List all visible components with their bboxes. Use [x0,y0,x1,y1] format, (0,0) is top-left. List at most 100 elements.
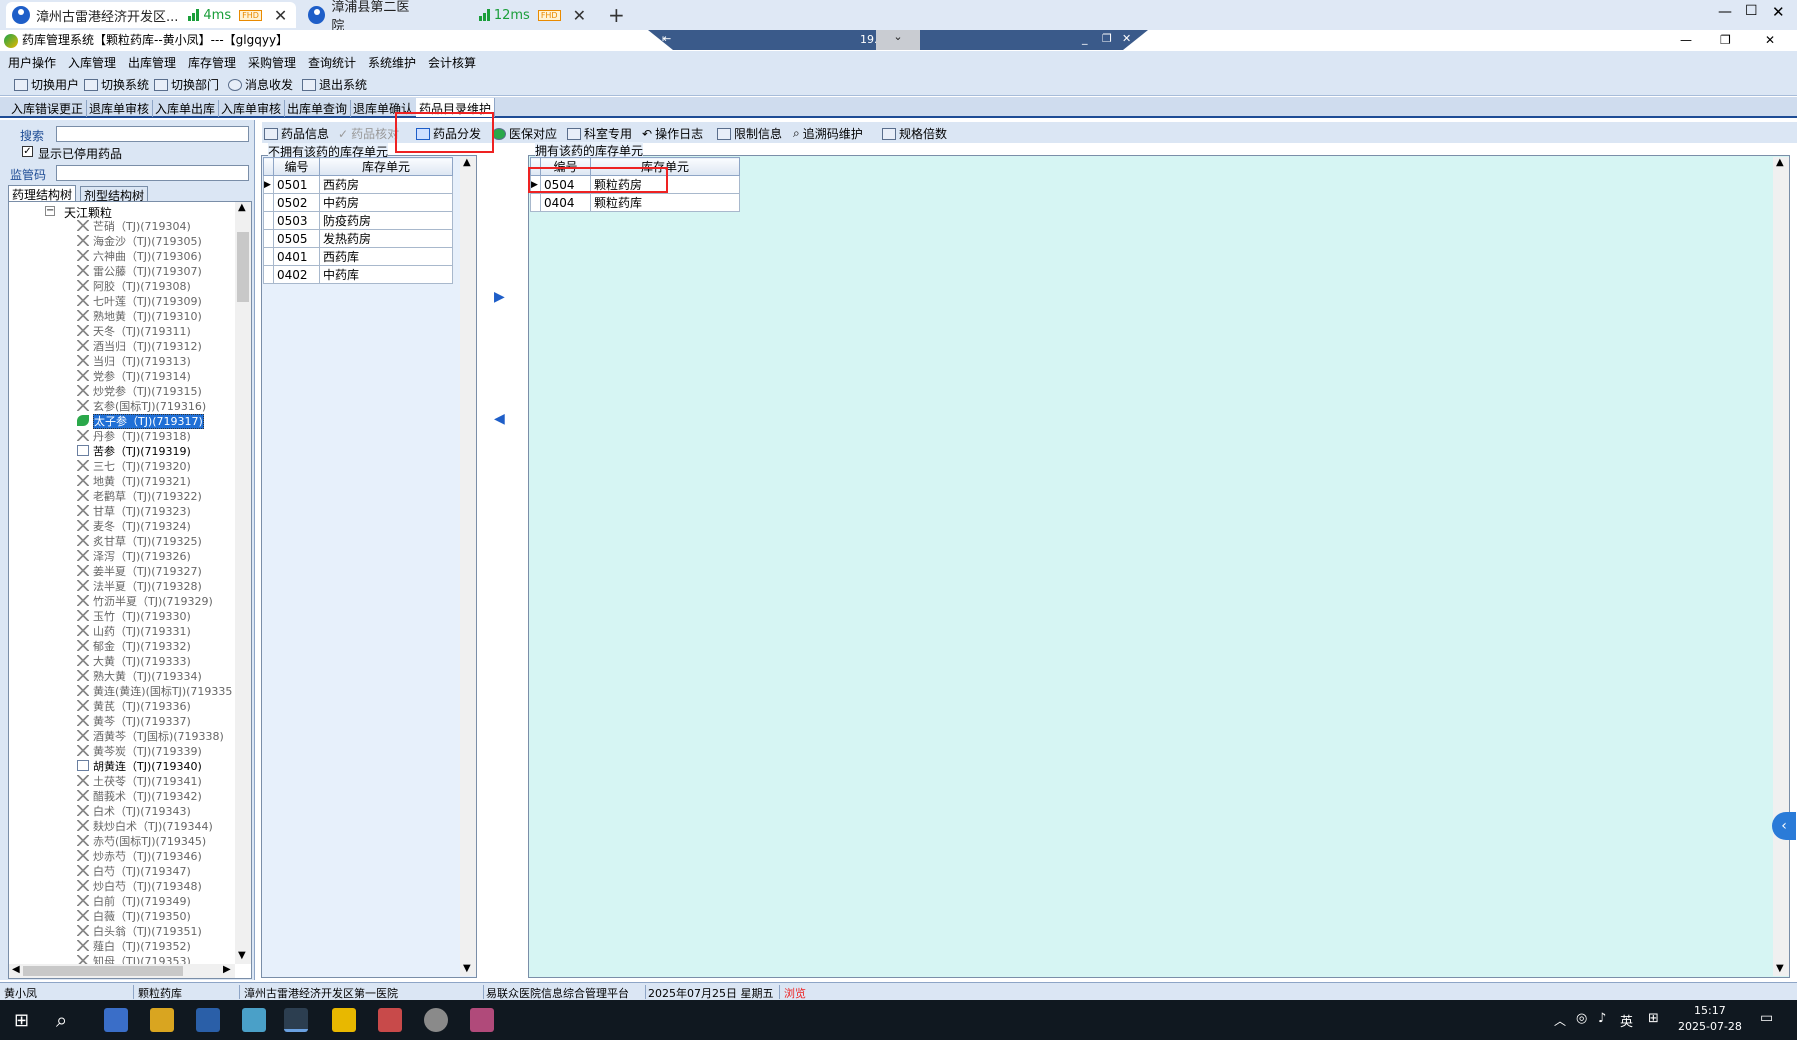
insurance-map-button[interactable]: 医保对应 [492,125,557,142]
op-log-button[interactable]: ↶ 操作日志 [642,125,703,142]
tree-node[interactable]: 炒赤芍（TJ)(719346) [77,849,202,864]
scroll-up-icon[interactable]: ▲ [238,202,246,213]
tree-node[interactable]: 天冬（TJ)(719311) [77,324,191,339]
tree-node[interactable]: 白芍（TJ)(719347) [77,864,191,879]
tree-node[interactable]: 白术（TJ)(719343) [77,804,191,819]
browser-tab-1[interactable]: 漳州古雷港经济开发区... 4ms FHD ✕ [6,2,296,28]
switch-user-button[interactable]: 切换用户 [14,76,79,93]
collapse-icon[interactable]: − [45,206,55,216]
tree-node[interactable]: 党参（TJ)(719314) [77,369,191,384]
tree-node[interactable]: 胡黄连（TJ)(719340) [77,759,202,774]
scroll-up-icon[interactable]: ▲ [463,157,471,168]
drug-verify-button[interactable]: ✓ 药品核对 [338,125,399,142]
maximize-icon[interactable]: ☐ [1745,3,1758,19]
tab-return-review[interactable]: 退库单审核 [86,100,154,117]
scroll-thumb[interactable] [237,232,249,302]
spec-multiple-button[interactable]: 规格倍数 [882,125,947,142]
tab-dosage-tree[interactable]: 剂型结构树 [80,186,149,203]
tree-node[interactable]: 炙甘草（TJ)(719325) [77,534,202,549]
notification-icon[interactable]: ▭ [1760,1010,1773,1026]
hscroll-thumb[interactable] [23,966,183,976]
tree-node[interactable]: 黄芪（TJ)(719336) [77,699,191,714]
tree-node[interactable]: 雷公藤（TJ)(719307) [77,264,202,279]
tree-node[interactable]: 黄芩炭（TJ)(719339) [77,744,202,759]
network-icon[interactable]: ◎ [1576,1011,1587,1026]
tree-hscroll[interactable]: ◀ ▶ [9,964,235,978]
tree-node[interactable]: 姜半夏（TJ)(719327) [77,564,202,579]
tab-inbound-out[interactable]: 入库单出库 [152,100,220,117]
tree-node[interactable]: 苦参（TJ)(719319) [77,444,191,459]
remote-desktop-icon[interactable] [104,1008,128,1032]
tree-node[interactable]: 土茯苓（TJ)(719341) [77,774,202,789]
table-row[interactable]: 0401 西药库 [263,247,453,266]
side-collapse-icon[interactable]: ‹ [1772,812,1796,840]
owned-vscroll[interactable]: ▲ ▼ [1773,157,1789,976]
tree-node[interactable]: 玄参(国标TJ)(719316) [77,399,206,414]
search-icon[interactable]: ⌕ [56,1008,67,1032]
tree-node[interactable]: 泽泻（TJ)(719326) [77,549,191,564]
trace-code-button[interactable]: ⌕ 追溯码维护 [793,125,863,142]
table-row[interactable]: 0402 中药库 [263,265,453,284]
tree-node[interactable]: 醋莪术（TJ)(719342) [77,789,202,804]
not-owned-vscroll[interactable]: ▲ ▼ [460,157,476,976]
supervise-code-input[interactable] [56,165,249,181]
close-tab-icon[interactable]: ✕ [274,6,287,25]
tree-node[interactable]: 芒硝（TJ)(719304) [77,219,191,234]
move-right-icon[interactable]: ▶ [494,289,505,305]
volume-icon[interactable]: ♪ [1598,1011,1606,1026]
tree-node[interactable]: 海金沙（TJ)(719305) [77,234,202,249]
new-tab-icon[interactable]: + [608,3,625,27]
network-app-icon[interactable] [424,1008,448,1032]
remote-restore-icon[interactable]: ❐ [1102,32,1112,45]
menu-inventory[interactable]: 库存管理 [188,54,236,71]
show-disabled-checkbox[interactable]: ✓ [22,146,33,157]
scroll-down-icon[interactable]: ▼ [238,950,246,961]
tab-inbound-correction[interactable]: 入库错误更正 [8,100,88,117]
user-app-icon[interactable] [378,1008,402,1032]
file-manager-icon[interactable] [150,1008,174,1032]
tree-node[interactable]: 酒当归（TJ)(719312) [77,339,202,354]
move-left-icon[interactable]: ◀ [494,411,505,427]
table-row[interactable]: 0503 防疫药房 [263,211,453,230]
table-row[interactable]: ▶ 0501 西药房 [263,175,453,194]
scroll-down-icon[interactable]: ▼ [463,963,471,974]
tree-node[interactable]: 郁金（TJ)(719332) [77,639,191,654]
remote-close-icon[interactable]: ✕ [1122,32,1131,45]
tree-node[interactable]: 山药（TJ)(719331) [77,624,191,639]
tree-node[interactable]: 薤白（TJ)(719352) [77,939,191,954]
app-minimize-icon[interactable]: — [1680,30,1692,51]
drug-info-button[interactable]: 药品信息 [264,125,329,142]
scroll-left-icon[interactable]: ◀ [12,964,20,975]
minimize-icon[interactable]: — [1718,4,1732,20]
scroll-up-icon[interactable]: ▲ [1776,157,1784,168]
limit-info-button[interactable]: 限制信息 [717,125,782,142]
tab-inbound-review[interactable]: 入库单审核 [218,100,286,117]
menu-purchase[interactable]: 采购管理 [248,54,296,71]
tree-node[interactable]: 六神曲（TJ)(719306) [77,249,202,264]
menu-inbound[interactable]: 入库管理 [68,54,116,71]
tree-node[interactable]: 熟大黄（TJ)(719334) [77,669,202,684]
tab-pharmacology-tree[interactable]: 药理结构树 [8,185,77,202]
remote-minimize-icon[interactable]: _ [1082,32,1088,45]
tree-node[interactable]: 麸炒白术（TJ)(719344) [77,819,213,834]
tree-node[interactable]: 甘草（TJ)(719323) [77,504,191,519]
switch-system-button[interactable]: 切换系统 [84,76,149,93]
tree-node[interactable]: 地黄（TJ)(719321) [77,474,191,489]
tree-node[interactable]: 赤芍(国标TJ)(719345) [77,834,206,849]
close-window-icon[interactable]: ✕ [1772,3,1785,21]
messages-button[interactable]: 消息收发 [228,76,293,93]
tree-node[interactable]: 三七（TJ)(719320) [77,459,191,474]
tree-node[interactable]: 丹参（TJ)(719318) [77,429,191,444]
tree-node[interactable]: 当归（TJ)(719313) [77,354,191,369]
tree-node[interactable]: 白薇（TJ)(719350) [77,909,191,924]
tree-vscroll[interactable]: ▲ ▼ [235,202,251,964]
tree-node[interactable]: 酒黄芩（TJ国标)(719338) [77,729,224,744]
tree-node[interactable]: 白前（TJ)(719349) [77,894,191,909]
browser-app-icon[interactable] [284,1008,308,1032]
tree-node[interactable]: 炒白芍（TJ)(719348) [77,879,202,894]
dept-only-button[interactable]: 科室专用 [567,125,632,142]
menu-accounting[interactable]: 会计核算 [428,54,476,71]
menu-system[interactable]: 系统维护 [368,54,416,71]
scroll-down-icon[interactable]: ▼ [1776,963,1784,974]
table-row[interactable]: 0505 发热药房 [263,229,453,248]
